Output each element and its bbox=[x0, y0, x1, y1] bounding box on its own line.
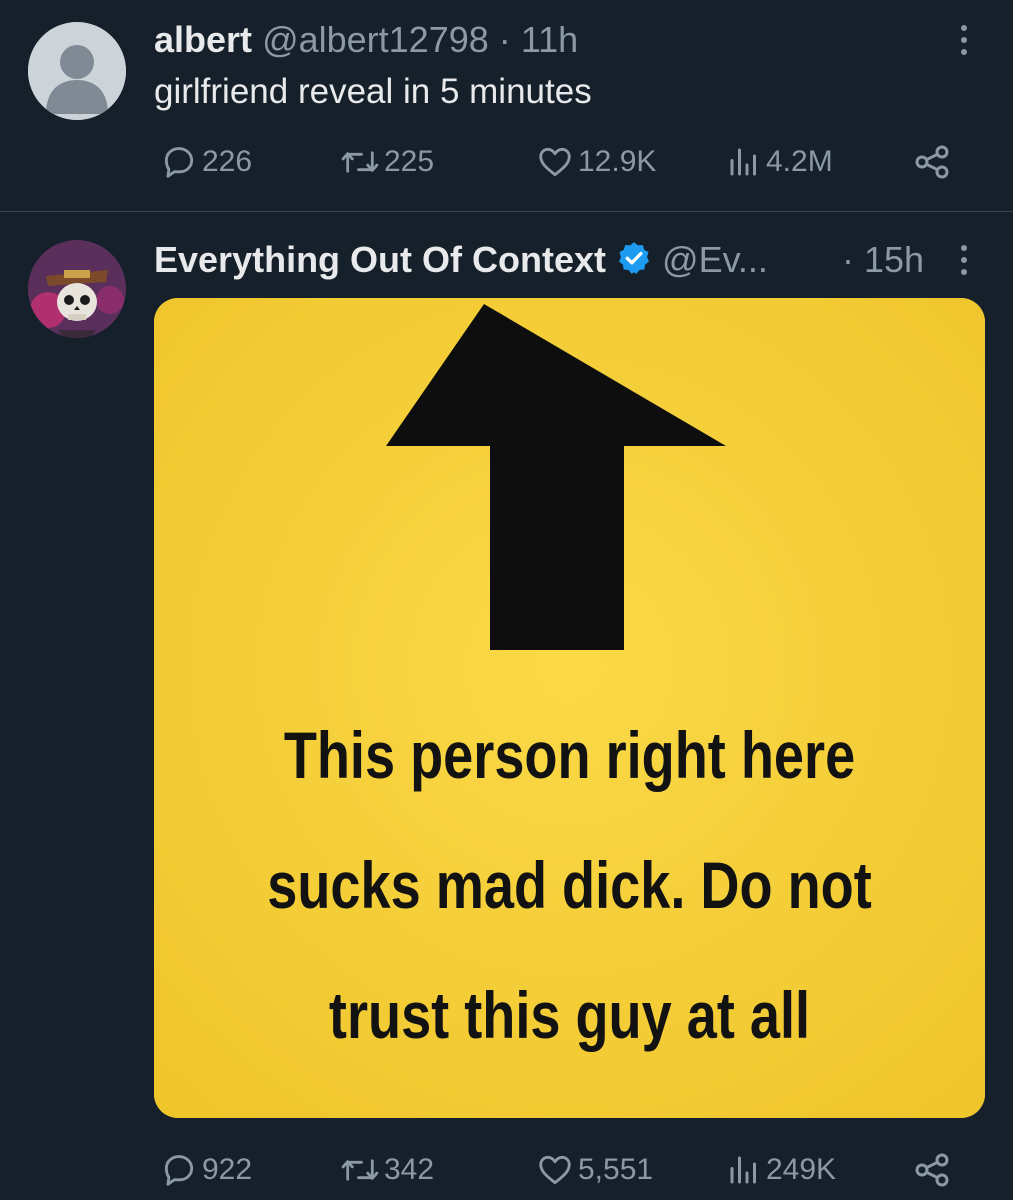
like-icon bbox=[539, 1155, 571, 1185]
views-button[interactable]: 4.2M bbox=[726, 142, 833, 182]
more-options-button[interactable] bbox=[944, 20, 984, 60]
timestamp-group: · 15h bbox=[842, 240, 924, 280]
views-icon bbox=[730, 148, 756, 176]
display-name[interactable]: albert bbox=[154, 19, 252, 60]
like-count: 12.9K bbox=[578, 145, 657, 178]
default-avatar-icon bbox=[28, 22, 126, 120]
repost-button[interactable]: 225 bbox=[340, 142, 434, 182]
reply-button[interactable]: 922 bbox=[160, 1150, 252, 1190]
separator-dot: · bbox=[842, 239, 854, 280]
repost-count: 225 bbox=[384, 145, 435, 178]
tweet-image[interactable]: This person right here sucks mad dick. D… bbox=[154, 298, 985, 1118]
skull-avatar-icon bbox=[28, 240, 126, 338]
reply-count: 922 bbox=[202, 1153, 253, 1186]
timestamp[interactable]: 11h bbox=[521, 19, 578, 60]
tweet-albert[interactable]: albert @albert12798 · 11h girlfriend rev… bbox=[0, 0, 1013, 211]
share-icon bbox=[915, 1153, 949, 1187]
display-name[interactable]: Everything Out Of Context bbox=[154, 239, 606, 280]
reply-icon bbox=[164, 147, 194, 178]
user-handle[interactable]: @Ev... bbox=[662, 239, 768, 280]
like-button[interactable]: 5,551 bbox=[536, 1150, 653, 1190]
repost-button[interactable]: 342 bbox=[340, 1150, 434, 1190]
share-button[interactable] bbox=[912, 1150, 956, 1190]
action-bar: 226 225 12.9K 4.2M bbox=[160, 142, 960, 182]
share-icon bbox=[915, 145, 949, 179]
view-count: 4.2M bbox=[766, 145, 833, 178]
more-icon bbox=[961, 25, 967, 31]
tweet-header: Everything Out Of Context @Ev... bbox=[154, 240, 768, 280]
share-button[interactable] bbox=[912, 142, 956, 182]
reply-button[interactable]: 226 bbox=[160, 142, 252, 182]
more-options-button[interactable] bbox=[944, 240, 984, 280]
avatar-everything-out-of-context[interactable] bbox=[28, 240, 126, 338]
views-button[interactable]: 249K bbox=[726, 1150, 836, 1190]
repost-icon bbox=[341, 1159, 379, 1181]
separator-dot: · bbox=[498, 19, 511, 60]
sign-line-3: trust this guy at all bbox=[328, 978, 811, 1052]
like-count: 5,551 bbox=[578, 1153, 654, 1186]
more-icon bbox=[961, 245, 967, 251]
reply-icon bbox=[164, 1155, 194, 1186]
tweet-text: girlfriend reveal in 5 minutes bbox=[154, 72, 592, 111]
like-button[interactable]: 12.9K bbox=[536, 142, 656, 182]
view-count: 249K bbox=[766, 1153, 837, 1186]
repost-count: 342 bbox=[384, 1153, 435, 1186]
views-icon bbox=[730, 1156, 756, 1184]
tweet-header: albert @albert12798 · 11h bbox=[154, 20, 578, 60]
like-icon bbox=[539, 147, 571, 177]
reply-count: 226 bbox=[202, 145, 253, 178]
verified-badge-icon bbox=[619, 242, 650, 274]
user-handle[interactable]: @albert12798 bbox=[262, 19, 489, 60]
avatar-albert[interactable] bbox=[28, 22, 126, 120]
sign-line-2: sucks mad dick. Do not bbox=[267, 848, 872, 922]
action-bar: 922 342 5,551 249K bbox=[160, 1150, 960, 1190]
sign-line-1: This person right here bbox=[283, 718, 856, 792]
timestamp[interactable]: 15h bbox=[864, 239, 924, 280]
repost-icon bbox=[341, 151, 379, 173]
